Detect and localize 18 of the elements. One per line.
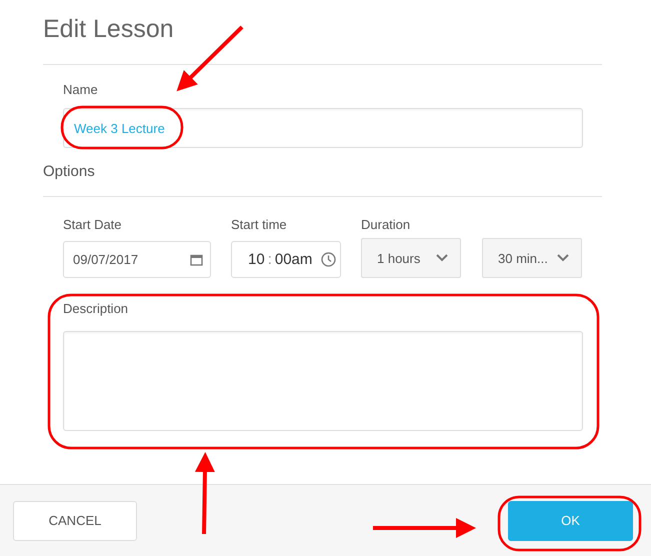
clock-icon [321,252,336,267]
hours-dropdown[interactable]: 1 hours [361,238,461,278]
chevron-down-icon [436,254,448,262]
start-time-field[interactable]: 10 : 00am [231,241,341,278]
description-text-area[interactable] [63,331,583,431]
start-date-field[interactable]: 09/07/2017 [63,241,211,278]
minutes-dropdown[interactable]: 30 min... [482,238,582,278]
start-time-label: Start time [231,217,287,232]
name-label: Name [63,82,98,97]
duration-label: Duration [361,217,410,232]
cancel-button[interactable]: CANCEL [13,500,137,540]
chevron-down-icon [557,254,569,262]
options-heading: Options [43,163,95,180]
start-date-label: Start Date [63,217,122,232]
annotation-arrow [176,26,244,92]
description-label: Description [63,301,128,316]
dialog-title: Edit Lesson [43,14,174,44]
calendar-icon [190,254,203,266]
